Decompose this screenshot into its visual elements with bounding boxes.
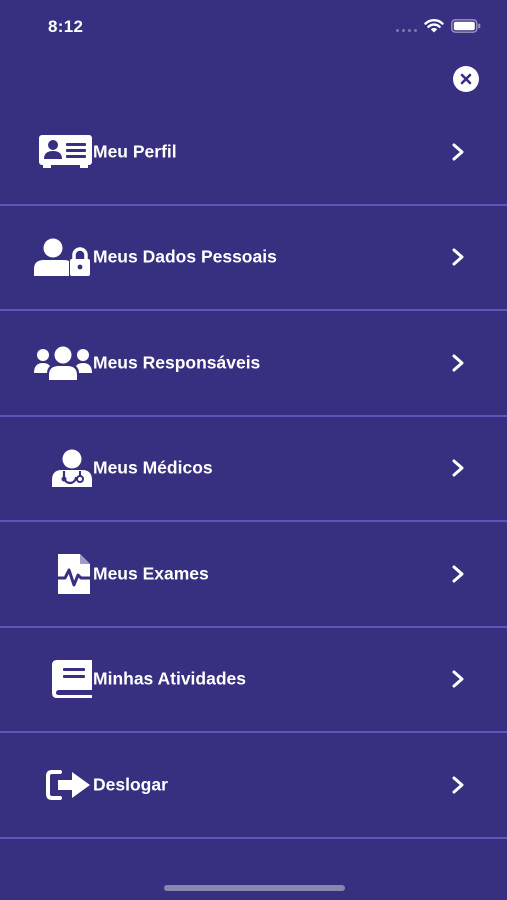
- chevron-right-icon: [452, 776, 464, 794]
- close-button[interactable]: [453, 66, 479, 92]
- cellular-signal-icon: [396, 20, 417, 32]
- menu-item-deslogar[interactable]: Deslogar: [0, 733, 507, 837]
- wifi-icon: [424, 19, 444, 33]
- status-time: 8:12: [48, 17, 84, 36]
- menu-item-label: Meu Perfil: [93, 141, 177, 162]
- chevron-right-icon: [452, 354, 464, 372]
- menu-item-label: Meus Responsáveis: [93, 352, 261, 373]
- chevron-right-icon: [452, 143, 464, 161]
- user-lock-icon: [34, 238, 92, 277]
- menu-item-meus-medicos[interactable]: Meus Médicos: [0, 417, 507, 521]
- book-icon: [52, 660, 92, 699]
- menu-item-label: Deslogar: [93, 774, 168, 795]
- status-icons: [396, 18, 481, 33]
- menu-item-meus-exames[interactable]: Meus Exames: [0, 522, 507, 626]
- medical-file-icon: [52, 553, 92, 594]
- side-menu: Meu Perfil Meus Dados Pessoais Meus Resp…: [0, 100, 507, 839]
- sign-out-icon: [46, 769, 92, 800]
- status-bar: 8:12: [0, 0, 507, 52]
- chevron-right-icon: [452, 670, 464, 688]
- menu-divider: [0, 836, 507, 839]
- menu-item-meus-dados-pessoais[interactable]: Meus Dados Pessoais: [0, 206, 507, 310]
- profile-card-icon: [39, 134, 92, 169]
- chevron-right-icon: [452, 565, 464, 583]
- menu-item-label: Meus Dados Pessoais: [93, 246, 277, 267]
- close-icon: [460, 73, 472, 85]
- menu-item-label: Minhas Atividades: [93, 668, 246, 689]
- menu-item-label: Meus Exames: [93, 563, 209, 584]
- users-group-icon: [34, 346, 92, 380]
- chevron-right-icon: [452, 459, 464, 477]
- battery-icon: [451, 18, 481, 33]
- chevron-right-icon: [452, 248, 464, 266]
- home-indicator[interactable]: [164, 885, 345, 891]
- doctor-icon: [52, 449, 92, 488]
- menu-item-label: Meus Médicos: [93, 457, 213, 478]
- menu-item-meus-responsaveis[interactable]: Meus Responsáveis: [0, 311, 507, 415]
- menu-item-meu-perfil[interactable]: Meu Perfil: [0, 100, 507, 204]
- menu-item-minhas-atividades[interactable]: Minhas Atividades: [0, 628, 507, 732]
